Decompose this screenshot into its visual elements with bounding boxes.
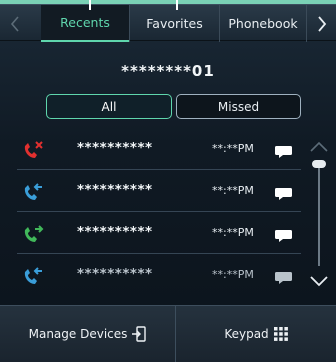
message-icon[interactable] xyxy=(275,143,293,158)
call-row[interactable]: ********** **:**PM xyxy=(17,212,301,254)
tab-favorites[interactable]: Favorites xyxy=(129,5,219,42)
call-time: **:**PM xyxy=(212,184,254,197)
keypad-grid-icon xyxy=(273,326,288,341)
scroll-thumb[interactable] xyxy=(312,160,326,168)
tab-bar: Recents Favorites Phonebook xyxy=(0,4,336,42)
call-row[interactable]: ********** **:**PM xyxy=(17,170,301,212)
call-row[interactable]: ********** **:**PM xyxy=(17,128,301,170)
manage-devices-label: Manage Devices xyxy=(28,326,128,341)
scroll-up-icon[interactable] xyxy=(308,138,330,156)
call-time: **:**PM xyxy=(212,142,254,155)
call-time: **:**PM xyxy=(212,226,254,239)
tab-right-arrow-icon[interactable] xyxy=(306,5,336,42)
incoming-call-icon xyxy=(22,266,44,286)
caller-number: ********01 xyxy=(121,62,215,80)
filter-missed-button[interactable]: Missed xyxy=(176,94,301,119)
call-number: ********** xyxy=(77,182,153,198)
manage-devices-button[interactable]: Manage Devices xyxy=(0,305,175,362)
filter-all-button[interactable]: All xyxy=(46,94,172,119)
call-number: ********** xyxy=(77,224,153,240)
message-icon[interactable] xyxy=(275,269,293,284)
phone-screen: Recents Favorites Phonebook ********01 A… xyxy=(0,0,336,362)
tab-recents[interactable]: Recents xyxy=(41,5,129,42)
favorites-tick xyxy=(176,0,178,10)
call-row[interactable]: ********** **:**PM xyxy=(17,254,301,296)
tab-left-arrow-icon[interactable] xyxy=(0,5,30,42)
missed-call-icon xyxy=(22,140,44,160)
call-number: ********** xyxy=(77,266,153,282)
scroll-track[interactable] xyxy=(318,164,320,266)
incoming-call-icon xyxy=(22,182,44,202)
scroll-down-icon[interactable] xyxy=(308,272,330,290)
tab-phonebook[interactable]: Phonebook xyxy=(219,5,306,42)
device-connect-icon xyxy=(132,325,147,342)
message-icon[interactable] xyxy=(275,185,293,200)
outgoing-call-icon xyxy=(22,224,44,244)
call-number: ********** xyxy=(77,140,153,156)
message-icon[interactable] xyxy=(275,227,293,242)
call-time: **:**PM xyxy=(212,268,254,281)
keypad-button[interactable]: Keypad xyxy=(176,305,336,362)
keypad-label: Keypad xyxy=(224,326,269,341)
recents-tick xyxy=(89,0,91,10)
